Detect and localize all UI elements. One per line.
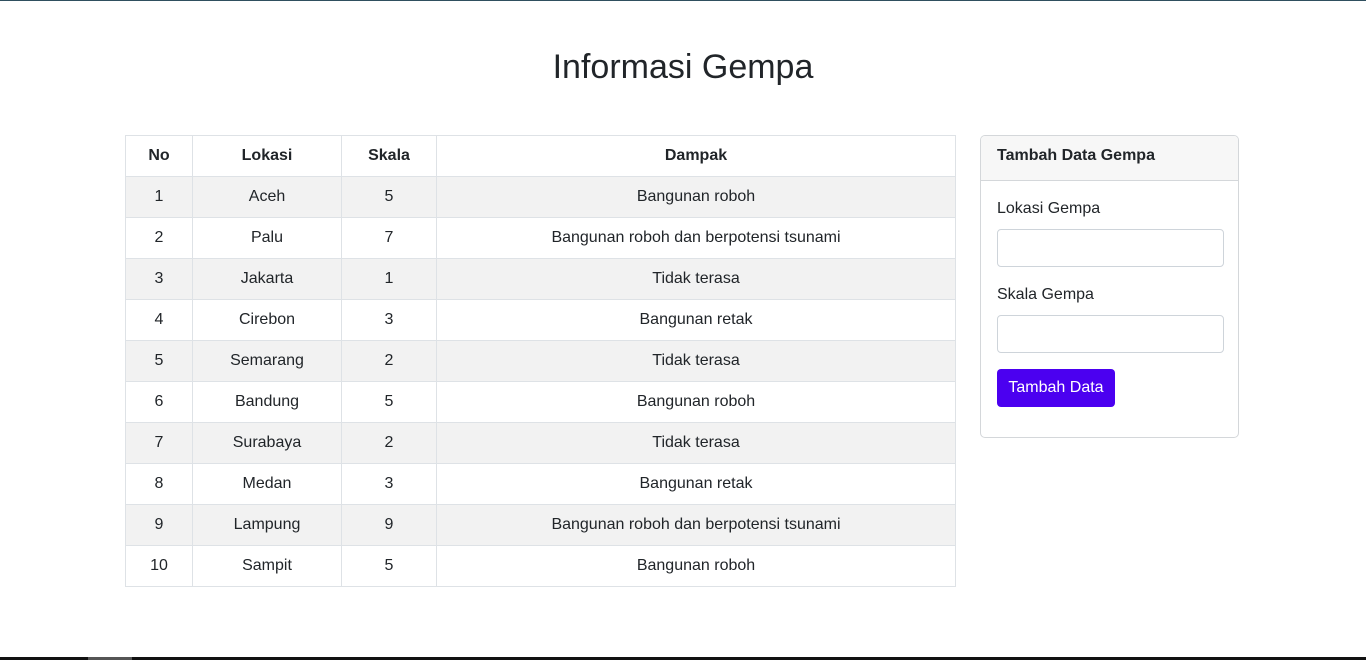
table-row: 1 Aceh 5 Bangunan roboh bbox=[125, 176, 956, 218]
cell-dampak: Tidak terasa bbox=[436, 422, 956, 464]
cell-lokasi: Bandung bbox=[192, 381, 342, 423]
cell-no: 3 bbox=[125, 258, 193, 300]
cell-skala: 7 bbox=[341, 217, 437, 259]
cell-lokasi: Sampit bbox=[192, 545, 342, 587]
cell-lokasi: Palu bbox=[192, 217, 342, 259]
table-row: 10 Sampit 5 Bangunan roboh bbox=[125, 545, 956, 587]
cell-no: 1 bbox=[125, 176, 193, 218]
add-earthquake-card: Tambah Data Gempa Lokasi Gempa Skala Gem… bbox=[980, 135, 1239, 438]
earthquake-table: No Lokasi Skala Dampak 1 Aceh 5 Bangunan… bbox=[125, 135, 956, 587]
table-row: 8 Medan 3 Bangunan retak bbox=[125, 463, 956, 505]
cell-lokasi: Medan bbox=[192, 463, 342, 505]
table-row: 5 Semarang 2 Tidak terasa bbox=[125, 340, 956, 382]
cell-lokasi: Aceh bbox=[192, 176, 342, 218]
cell-no: 5 bbox=[125, 340, 193, 382]
lokasi-gempa-label: Lokasi Gempa bbox=[997, 200, 1101, 217]
cell-no: 10 bbox=[125, 545, 193, 587]
table-body: 1 Aceh 5 Bangunan roboh 2 Palu 7 Banguna… bbox=[125, 176, 956, 587]
table-header: No Lokasi Skala Dampak bbox=[125, 135, 956, 177]
cell-dampak: Bangunan roboh dan berpotensi tsunami bbox=[436, 217, 956, 259]
table-header-row: No Lokasi Skala Dampak bbox=[125, 135, 956, 177]
page-title: Informasi Gempa bbox=[552, 48, 814, 86]
cell-no: 6 bbox=[125, 381, 193, 423]
table-row: 2 Palu 7 Bangunan roboh dan berpotensi t… bbox=[125, 217, 956, 259]
cell-skala: 5 bbox=[341, 381, 437, 423]
table-row: 6 Bandung 5 Bangunan roboh bbox=[125, 381, 956, 423]
column-header-lokasi: Lokasi bbox=[192, 135, 342, 177]
cell-no: 2 bbox=[125, 217, 193, 259]
tambah-data-button[interactable]: Tambah Data bbox=[997, 369, 1115, 407]
skala-gempa-label: Skala Gempa bbox=[997, 286, 1094, 303]
cell-skala: 5 bbox=[341, 176, 437, 218]
top-border-line bbox=[0, 0, 1366, 1]
cell-no: 9 bbox=[125, 504, 193, 546]
cell-dampak: Bangunan roboh dan berpotensi tsunami bbox=[436, 504, 956, 546]
cell-no: 4 bbox=[125, 299, 193, 341]
cell-dampak: Bangunan roboh bbox=[436, 381, 956, 423]
cell-lokasi: Cirebon bbox=[192, 299, 342, 341]
cell-dampak: Bangunan retak bbox=[436, 299, 956, 341]
cell-skala: 3 bbox=[341, 299, 437, 341]
cell-dampak: Bangunan roboh bbox=[436, 176, 956, 218]
skala-gempa-input[interactable] bbox=[997, 315, 1224, 353]
table-row: 7 Surabaya 2 Tidak terasa bbox=[125, 422, 956, 464]
column-header-skala: Skala bbox=[341, 135, 437, 177]
cell-dampak: Tidak terasa bbox=[436, 340, 956, 382]
lokasi-gempa-input[interactable] bbox=[997, 229, 1224, 267]
cell-skala: 2 bbox=[341, 340, 437, 382]
cell-skala: 9 bbox=[341, 504, 437, 546]
column-header-no: No bbox=[125, 135, 193, 177]
cell-skala: 1 bbox=[341, 258, 437, 300]
table-row: 4 Cirebon 3 Bangunan retak bbox=[125, 299, 956, 341]
table-row: 3 Jakarta 1 Tidak terasa bbox=[125, 258, 956, 300]
card-header: Tambah Data Gempa bbox=[981, 136, 1238, 181]
column-header-dampak: Dampak bbox=[436, 135, 956, 177]
cell-skala: 2 bbox=[341, 422, 437, 464]
cell-skala: 5 bbox=[341, 545, 437, 587]
cell-dampak: Tidak terasa bbox=[436, 258, 956, 300]
cell-lokasi: Lampung bbox=[192, 504, 342, 546]
cell-skala: 3 bbox=[341, 463, 437, 505]
cell-no: 8 bbox=[125, 463, 193, 505]
cell-dampak: Bangunan roboh bbox=[436, 545, 956, 587]
cell-lokasi: Surabaya bbox=[192, 422, 342, 464]
cell-lokasi: Jakarta bbox=[192, 258, 342, 300]
cell-lokasi: Semarang bbox=[192, 340, 342, 382]
table-row: 9 Lampung 9 Bangunan roboh dan berpotens… bbox=[125, 504, 956, 546]
cell-dampak: Bangunan retak bbox=[436, 463, 956, 505]
cell-no: 7 bbox=[125, 422, 193, 464]
